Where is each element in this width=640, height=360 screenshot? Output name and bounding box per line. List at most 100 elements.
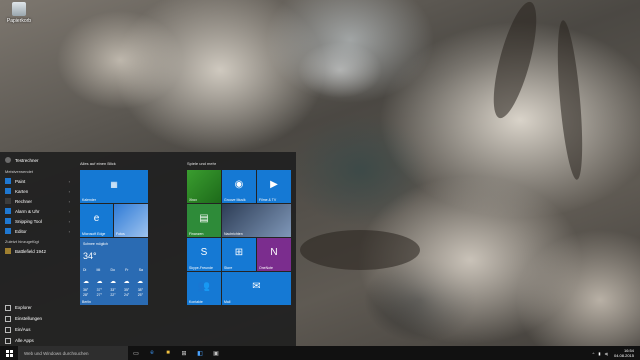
store-taskbar-button[interactable]: ⊞: [176, 346, 192, 360]
game-icon: [5, 248, 11, 254]
explorer-taskbar-button[interactable]: ■: [160, 346, 176, 360]
tile-edge[interactable]: e Microsoft Edge: [80, 204, 113, 237]
edge-taskbar-button[interactable]: e: [144, 346, 160, 360]
tile-contacts[interactable]: 👥 Kontakte: [187, 272, 221, 305]
weather-high: 33°: [110, 288, 116, 292]
chevron-right-icon[interactable]: ›: [69, 179, 70, 184]
start-command-item[interactable]: Alle Apps: [0, 335, 74, 346]
tile-label: Groove Musik: [224, 198, 246, 202]
start-command-item[interactable]: Ein/Aus: [0, 324, 74, 335]
weather-day: Di: [83, 268, 87, 272]
chevron-up-icon[interactable]: ^: [593, 351, 595, 356]
cloud-icon: ☁: [96, 279, 103, 285]
movies-icon: ▶: [270, 178, 278, 190]
start-button[interactable]: [0, 346, 18, 360]
task-view-icon: ▭: [133, 350, 139, 357]
finance-icon: ▤: [199, 212, 209, 224]
weather-day: Mi: [96, 268, 101, 272]
cloud-icon: ☁: [123, 279, 130, 285]
tile-label: Kalender: [82, 198, 97, 202]
tile-onenote[interactable]: N OneNote: [257, 238, 291, 271]
start-menu: Testrechner Meistverwendet Paint › Karten ›…: [0, 152, 296, 346]
network-icon[interactable]: ▮: [598, 351, 600, 356]
cloud-icon: ☁: [83, 279, 89, 285]
most-used-item[interactable]: Alarm & Uhr ›: [0, 206, 74, 216]
app-taskbar-button[interactable]: ◧: [192, 346, 208, 360]
start-command-item[interactable]: Einstellungen: [0, 313, 74, 324]
windows-logo-icon: [5, 349, 13, 357]
tile-group-title: Spiele und mehr: [187, 161, 217, 166]
calendar-icon: ▦: [110, 179, 118, 189]
tile-finance[interactable]: ▤ Finanzen: [187, 204, 221, 237]
start-command-item[interactable]: Explorer: [0, 302, 74, 313]
tile-movies[interactable]: ▶ Filme & TV: [257, 170, 291, 203]
app-label: Ein/Aus: [15, 327, 31, 332]
app-label: Paint: [15, 178, 26, 184]
app-label: Rechner: [15, 198, 33, 204]
start-bottom-commands: Explorer Einstellungen Ein/Aus Alle Apps: [0, 302, 74, 346]
tile-label: Filme & TV: [259, 198, 277, 202]
chevron-right-icon[interactable]: ›: [69, 189, 70, 194]
most-used-item[interactable]: Karten ›: [0, 186, 74, 196]
tile-groove[interactable]: ◉ Groove Musik: [222, 170, 256, 203]
tile-label: Store: [224, 266, 233, 270]
notepad-icon: [5, 228, 11, 234]
user-account-button[interactable]: Testrechner: [0, 152, 74, 168]
chevron-right-icon[interactable]: ›: [69, 229, 70, 234]
tile-mail[interactable]: ✉ Mail: [222, 272, 291, 305]
recycle-bin-icon: [12, 2, 26, 16]
cloud-icon: ☁: [110, 279, 116, 285]
maps-icon: [5, 188, 11, 194]
tile-label: Skype-Freunde: [189, 266, 213, 270]
calculator-icon: [5, 198, 11, 204]
app-taskbar-button[interactable]: ▣: [208, 346, 224, 360]
rock-shadow: [300, 230, 420, 270]
app-label: Alle Apps: [15, 338, 34, 343]
most-used-item[interactable]: Editor ›: [0, 226, 74, 236]
store-icon: ⊞: [181, 350, 187, 357]
most-used-list: Paint › Karten › Rechner › Alarm & Uhr › Snippin…: [0, 176, 74, 236]
tile-weather[interactable]: Schnee möglich 34° Di Mi Do Fr Sa ☁ ☁ ☁ ☁ ☁ 36° 3…: [80, 238, 148, 305]
chevron-right-icon[interactable]: ›: [69, 209, 70, 214]
edge-icon: e: [93, 212, 100, 224]
skype-icon: S: [200, 246, 208, 258]
clock-date: 04.08.2015: [613, 353, 634, 358]
tile-news[interactable]: Nachrichten: [222, 204, 291, 237]
avatar: [5, 157, 11, 163]
recently-added-item[interactable]: Battlefield 1942: [0, 246, 74, 256]
weather-days: Di Mi Do Fr Sa: [83, 268, 143, 272]
tile-group-title: Alles auf einen Blick: [80, 161, 116, 166]
chevron-right-icon[interactable]: ›: [69, 199, 70, 204]
volume-icon[interactable]: ◂): [605, 351, 608, 356]
app-icon: ▣: [213, 350, 219, 357]
taskbar: Web und Windows durchsuchen ▭ e ■ ⊞ ◧ ▣ …: [0, 346, 640, 360]
folder-icon: ■: [166, 350, 170, 356]
weather-condition: Schnee möglich: [83, 242, 108, 246]
alarm-icon: [5, 208, 11, 214]
tile-label: Finanzen: [189, 232, 204, 236]
tile-store[interactable]: ⊞ Store: [222, 238, 256, 271]
weather-icons: ☁ ☁ ☁ ☁ ☁: [83, 278, 143, 285]
most-used-item[interactable]: Rechner ›: [0, 196, 74, 206]
task-view-button[interactable]: ▭: [128, 346, 144, 360]
tile-label: Berlin: [82, 300, 91, 304]
weather-high: 37°: [96, 288, 102, 292]
tile-xbox[interactable]: Xbox: [187, 170, 221, 203]
tile-label: Microsoft Edge: [82, 232, 106, 236]
tile-skype[interactable]: S Skype-Freunde: [187, 238, 221, 271]
tile-calendar[interactable]: ▦ Kalender: [80, 170, 148, 203]
most-used-item[interactable]: Paint ›: [0, 176, 74, 186]
weather-low: 24°: [124, 293, 130, 297]
most-used-item[interactable]: Snipping Tool ›: [0, 216, 74, 226]
search-input[interactable]: Web und Windows durchsuchen: [18, 346, 128, 360]
rock-shadow: [553, 19, 587, 181]
weather-high: 35°: [124, 288, 130, 292]
tile-photos[interactable]: Fotos: [114, 204, 148, 237]
chevron-right-icon[interactable]: ›: [69, 219, 70, 224]
recycle-bin-shortcut[interactable]: Papierkorb: [4, 2, 34, 24]
clock[interactable]: 16:54 04.08.2015: [614, 348, 634, 358]
tile-label: Mail: [224, 300, 231, 304]
weather-high: 38°: [137, 288, 143, 292]
weather-lows: 28° 27° 22° 24° 25°: [83, 293, 143, 297]
app-icon: ◧: [197, 350, 203, 357]
